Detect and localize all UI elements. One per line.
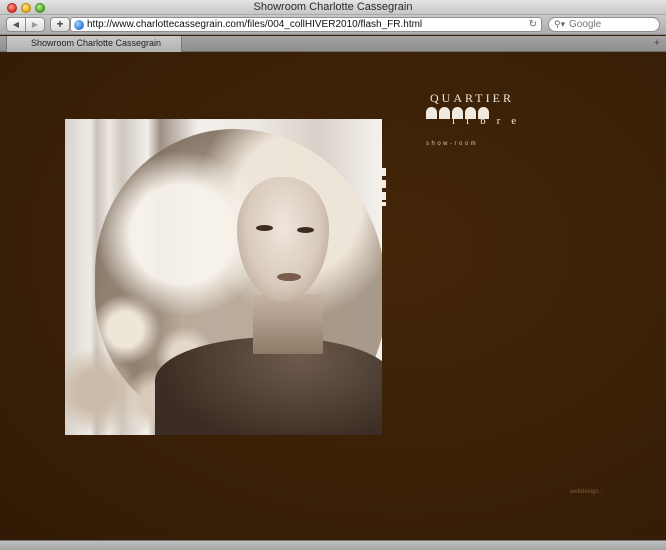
address-url[interactable]: http://www.charlottecassegrain.com/files…: [87, 18, 422, 31]
reload-icon[interactable]: ↻: [529, 18, 537, 31]
webdesign-credit[interactable]: webdesign :: [570, 489, 602, 495]
search-input[interactable]: [569, 18, 655, 31]
photo-marker[interactable]: [382, 192, 386, 200]
quartier-libre-logo[interactable]: QUARTIER libre show-room: [426, 91, 526, 151]
back-arrow-icon: ◀: [12, 20, 20, 29]
tab-showroom[interactable]: Showroom Charlotte Cassegrain: [6, 36, 182, 52]
globe-icon: [74, 20, 84, 30]
status-bar: [0, 540, 666, 550]
browser-toolbar: ◀ ▶ + http://www.charlottecassegrain.com…: [0, 15, 666, 35]
logo-bottom-text: libre: [452, 115, 528, 127]
back-button[interactable]: ◀: [6, 17, 26, 32]
logo-top-text: QUARTIER: [430, 91, 514, 105]
photo-nav-markers[interactable]: [382, 168, 386, 208]
photo-marker[interactable]: [382, 180, 386, 188]
search-field[interactable]: ⚲▾: [548, 17, 660, 32]
photo-marker[interactable]: [382, 168, 386, 176]
tab-bar: Showroom Charlotte Cassegrain +: [0, 36, 666, 52]
forward-button[interactable]: ▶: [25, 17, 45, 32]
window-title: Showroom Charlotte Cassegrain: [253, 1, 413, 13]
address-bar[interactable]: http://www.charlottecassegrain.com/files…: [70, 17, 542, 32]
model-photo: [65, 119, 382, 435]
add-bookmark-button[interactable]: +: [50, 17, 70, 32]
plus-icon: +: [56, 17, 64, 31]
search-icon: ⚲▾: [554, 19, 566, 29]
forward-arrow-icon: ▶: [31, 20, 39, 29]
photo-marker[interactable]: [382, 202, 386, 206]
page-viewport: QUARTIER libre show-room webdesign :: [0, 53, 666, 540]
logo-subtitle: show-room: [426, 141, 479, 147]
window-titlebar: Showroom Charlotte Cassegrain: [0, 0, 666, 15]
new-tab-icon[interactable]: +: [654, 36, 660, 51]
